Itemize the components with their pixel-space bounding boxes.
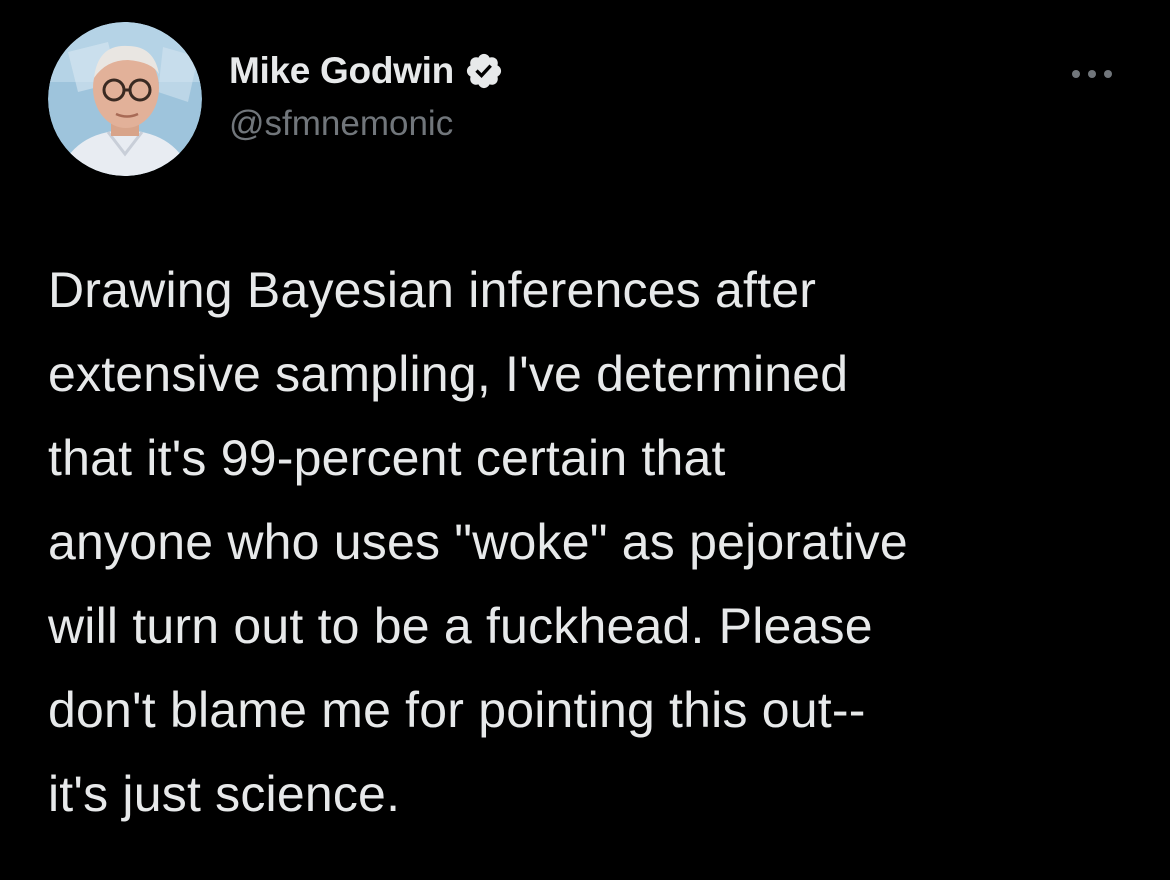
tweet-text-line: anyone who uses "woke" as pejorative <box>48 514 908 570</box>
tweet-text-line: Drawing Bayesian inferences after <box>48 262 817 318</box>
tweet-text-line: extensive sampling, I've determined <box>48 346 849 402</box>
author-display-name[interactable]: Mike Godwin <box>229 50 454 92</box>
tweet-text-line: will turn out to be a fuckhead. Please <box>48 598 873 654</box>
tweet-text-line: it's just science. <box>48 766 401 822</box>
author-name-row: Mike Godwin <box>229 48 504 94</box>
author-handle[interactable]: @sfmnemonic <box>229 104 453 144</box>
tweet-text-line: that it's 99-percent certain that <box>48 430 726 486</box>
more-options-button[interactable] <box>1066 56 1118 92</box>
tweet-card: Mike Godwin @sfmnemonic Drawing Bayesian… <box>0 0 1170 880</box>
tweet-text-line: don't blame me for pointing this out-- <box>48 682 866 738</box>
profile-photo-icon <box>48 22 202 176</box>
tweet-text: Drawing Bayesian inferences after extens… <box>48 248 1138 836</box>
more-options-icon <box>1072 70 1112 78</box>
author-avatar[interactable] <box>48 22 202 176</box>
verified-badge-icon <box>464 51 504 91</box>
